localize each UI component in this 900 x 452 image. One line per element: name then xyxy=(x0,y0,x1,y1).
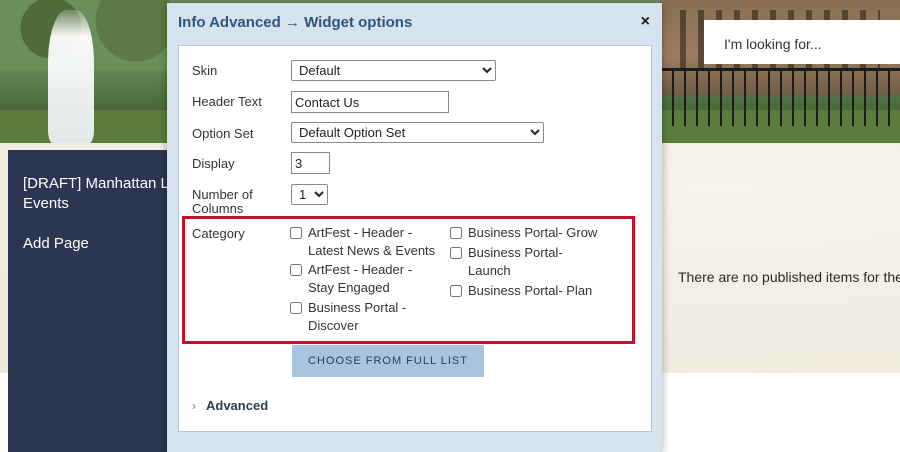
category-checkbox[interactable] xyxy=(290,264,302,276)
category-checkbox-label: Business Portal- Plan xyxy=(468,283,593,298)
fence-graphic xyxy=(660,68,900,126)
category-checkbox-label: Business Portal- Launch xyxy=(468,245,563,278)
option-set-select[interactable]: Default Option Set xyxy=(291,122,544,143)
display-input[interactable] xyxy=(291,152,330,174)
close-icon[interactable]: × xyxy=(641,13,650,31)
display-label: Display xyxy=(192,156,235,171)
category-checkbox[interactable] xyxy=(450,285,462,297)
category-checkbox-label: Business Portal - Discover xyxy=(308,300,407,333)
category-checkbox-item[interactable]: Business Portal - Discover xyxy=(290,299,440,335)
category-checkbox-item[interactable]: ArtFest - Header - Stay Engaged xyxy=(290,261,440,297)
columns-select[interactable]: 1 xyxy=(291,184,328,205)
category-checkbox-item[interactable]: ArtFest - Header - Latest News & Events xyxy=(290,224,440,260)
widget-options-dialog: Info Advanced → Widget options × Skin De… xyxy=(167,3,662,452)
empty-items-message: There are no published items for the as … xyxy=(678,269,900,285)
category-checkbox-item[interactable]: Business Portal- Launch xyxy=(450,244,600,280)
category-checkbox[interactable] xyxy=(290,302,302,314)
advanced-section-toggle[interactable]: › Advanced xyxy=(192,398,268,413)
category-checkbox-label: Business Portal- Grow xyxy=(468,225,598,240)
sidebar: [DRAFT] Manhattan L Events Add Page xyxy=(8,150,168,452)
dialog-form: Skin Default Header Text Option Set Defa… xyxy=(178,45,652,432)
category-checkbox-item[interactable]: Business Portal- Plan xyxy=(450,282,620,300)
advanced-label: Advanced xyxy=(206,398,269,413)
category-checkbox-label: ArtFest - Header - Stay Engaged xyxy=(308,262,413,295)
site-search xyxy=(704,20,900,64)
chevron-right-icon: › xyxy=(192,398,196,413)
search-input[interactable] xyxy=(722,35,896,53)
category-checkbox-item[interactable]: Business Portal- Grow xyxy=(450,224,620,242)
category-checkbox[interactable] xyxy=(450,247,462,259)
skin-label: Skin xyxy=(192,63,218,78)
choose-from-full-list-button[interactable]: CHOOSE FROM FULL LIST xyxy=(292,345,484,377)
header-text-input[interactable] xyxy=(291,91,449,113)
sidebar-draft-title[interactable]: [DRAFT] Manhattan L Events xyxy=(23,174,173,214)
option-set-label: Option Set xyxy=(192,126,254,141)
skin-select[interactable]: Default xyxy=(291,60,496,81)
columns-label: Number of Columns xyxy=(192,187,253,216)
add-page-link[interactable]: Add Page xyxy=(23,235,89,252)
header-text-label: Header Text xyxy=(192,94,262,109)
category-checkbox-label: ArtFest - Header - Latest News & Events xyxy=(308,225,436,258)
fountain-graphic xyxy=(48,10,94,143)
category-checkbox[interactable] xyxy=(450,227,462,239)
category-checkbox[interactable] xyxy=(290,227,302,239)
category-label: Category xyxy=(192,226,245,241)
dialog-title: Info Advanced → Widget options xyxy=(178,14,413,31)
